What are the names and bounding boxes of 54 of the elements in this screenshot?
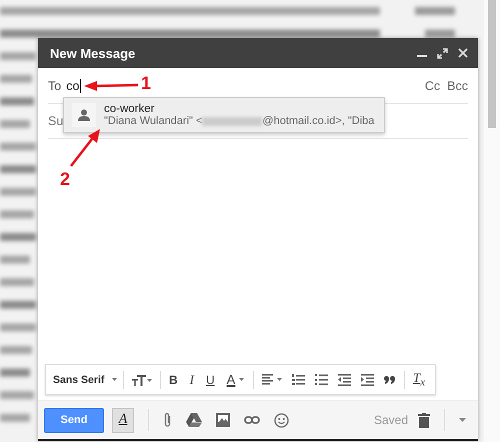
saved-status: Saved	[374, 413, 408, 427]
text-size-icon[interactable]	[130, 374, 154, 386]
blurred-text	[0, 142, 36, 151]
blurred-text	[0, 391, 34, 400]
contact-address: @hotmail.co.id>, "Diba	[262, 115, 374, 127]
expand-icon[interactable]	[437, 48, 448, 58]
arrow	[84, 81, 138, 91]
bulleted-list-icon[interactable]	[312, 374, 330, 386]
contact-name: co-worker	[104, 103, 156, 115]
blurred-text	[0, 52, 36, 60]
trash-icon[interactable]	[418, 412, 430, 428]
text-color-button[interactable]: A	[224, 372, 248, 387]
numbered-list-icon[interactable]	[290, 374, 307, 386]
blurred-text	[0, 368, 30, 377]
contact-address: "Diana Wulandari" <	[104, 115, 202, 127]
blurred-date	[425, 30, 455, 38]
italic-button[interactable]: I	[186, 372, 197, 388]
formatting-button[interactable]: A	[112, 408, 134, 432]
scrollbar-thumb[interactable]	[488, 0, 496, 128]
caret-icon	[239, 378, 244, 381]
suggestion-item[interactable]: co-worker "Diana Wulandari" < @hotmail.co.id>, "Diba	[64, 98, 384, 132]
font-dropdown[interactable]: Sans Serif	[53, 374, 118, 386]
arrow	[70, 129, 100, 167]
blurred-text	[0, 346, 32, 354]
blurred-text	[0, 278, 34, 286]
caret-icon	[112, 378, 118, 381]
annotation-number: 2	[60, 170, 70, 188]
to-field[interactable]: co	[66, 78, 82, 92]
close-icon[interactable]	[458, 48, 468, 58]
smiley-icon[interactable]	[274, 412, 289, 428]
quote-icon[interactable]	[382, 376, 398, 384]
blurred-text	[0, 120, 30, 128]
contact-avatar-icon	[72, 103, 96, 127]
blurred-text	[0, 165, 36, 174]
caret-icon[interactable]	[459, 418, 466, 422]
indent-less-icon[interactable]	[336, 374, 353, 386]
to-label: To	[48, 78, 62, 92]
underline-button[interactable]: U	[203, 372, 218, 386]
clear-formatting-button[interactable]: T$_{x}$	[410, 370, 428, 389]
blurred-date	[415, 7, 455, 15]
blurred-text	[0, 233, 36, 241]
paperclip-icon[interactable]	[163, 412, 172, 428]
link-icon[interactable]	[244, 416, 260, 424]
annotation-number: 1	[141, 74, 152, 92]
bcc-link[interactable]: Bcc	[447, 78, 468, 92]
blurred-text	[0, 256, 30, 264]
bold-button[interactable]: B	[166, 372, 181, 386]
align-icon[interactable]	[260, 374, 284, 385]
drive-icon[interactable]	[186, 413, 202, 427]
cc-link[interactable]: Cc	[424, 78, 440, 92]
redacted-text	[202, 116, 262, 126]
photo-icon[interactable]	[216, 413, 230, 427]
indent-more-icon[interactable]	[358, 374, 376, 386]
window-title: New Message	[50, 46, 136, 60]
